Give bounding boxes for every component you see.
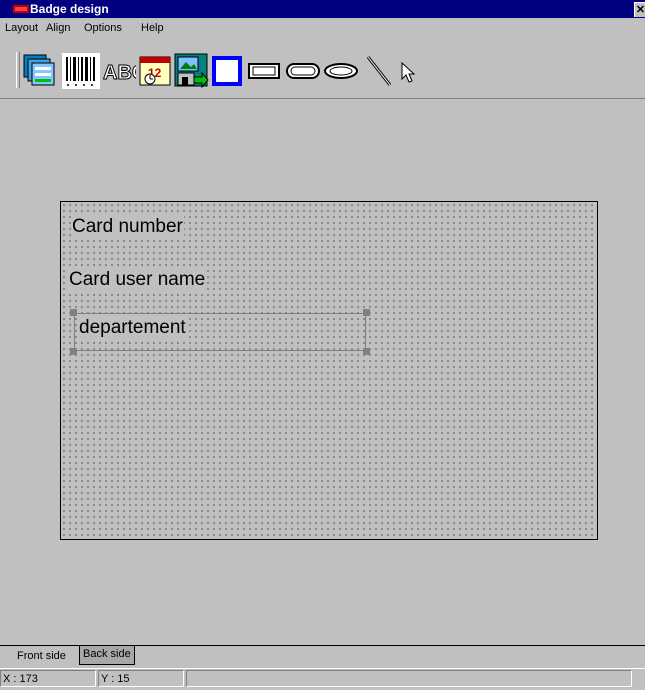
department-field[interactable]: departement xyxy=(78,317,187,339)
side-tabs: Front side Back side xyxy=(0,645,645,667)
card-number-field[interactable]: Card number xyxy=(71,216,184,238)
menu-options[interactable]: Options xyxy=(84,22,122,34)
resize-handle-top-right[interactable] xyxy=(363,309,370,316)
badge-canvas[interactable]: Card number Card user name departement xyxy=(60,201,598,540)
resize-handle-bottom-left[interactable] xyxy=(70,348,77,355)
menu-help[interactable]: Help xyxy=(141,22,164,34)
window-title: Badge design xyxy=(30,2,109,16)
toolbar-grip[interactable] xyxy=(16,52,20,88)
card-user-name-field[interactable]: Card user name xyxy=(68,269,207,291)
resize-handle-top-left[interactable] xyxy=(70,309,77,316)
status-message-panel xyxy=(186,670,632,687)
tab-back-side[interactable]: Back side xyxy=(79,646,135,665)
selected-field-frame[interactable]: departement xyxy=(70,309,370,355)
image-import-icon[interactable] xyxy=(174,53,210,89)
status-y-coordinate: Y : 15 xyxy=(98,670,184,687)
pointer-icon[interactable] xyxy=(398,53,424,89)
toolbar: ABC 12 xyxy=(0,38,645,99)
tab-front-side[interactable]: Front side xyxy=(14,648,69,667)
rounded-rectangle-icon[interactable] xyxy=(284,53,322,89)
status-x-coordinate: X : 173 xyxy=(0,670,96,687)
menu-bar: Layout Align Options Help xyxy=(0,18,645,38)
ellipse-icon[interactable] xyxy=(322,53,360,89)
layers-icon[interactable] xyxy=(22,53,58,89)
title-bar: Badge design ✕ xyxy=(0,0,645,18)
rectangle-thick-icon[interactable] xyxy=(210,53,244,89)
date-time-icon[interactable]: 12 xyxy=(138,53,174,89)
resize-handle-bottom-right[interactable] xyxy=(363,348,370,355)
line-icon[interactable] xyxy=(364,53,396,89)
barcode-icon[interactable] xyxy=(62,53,100,89)
status-bar: X : 173 Y : 15 xyxy=(0,668,645,690)
close-button[interactable]: ✕ xyxy=(634,2,645,17)
menu-align[interactable]: Align xyxy=(46,22,70,34)
rectangle-icon[interactable] xyxy=(246,53,282,89)
text-abc-icon[interactable]: ABC xyxy=(102,53,137,89)
svg-text:ABC: ABC xyxy=(103,62,136,84)
menu-layout[interactable]: Layout xyxy=(5,22,38,34)
app-icon xyxy=(13,5,29,13)
